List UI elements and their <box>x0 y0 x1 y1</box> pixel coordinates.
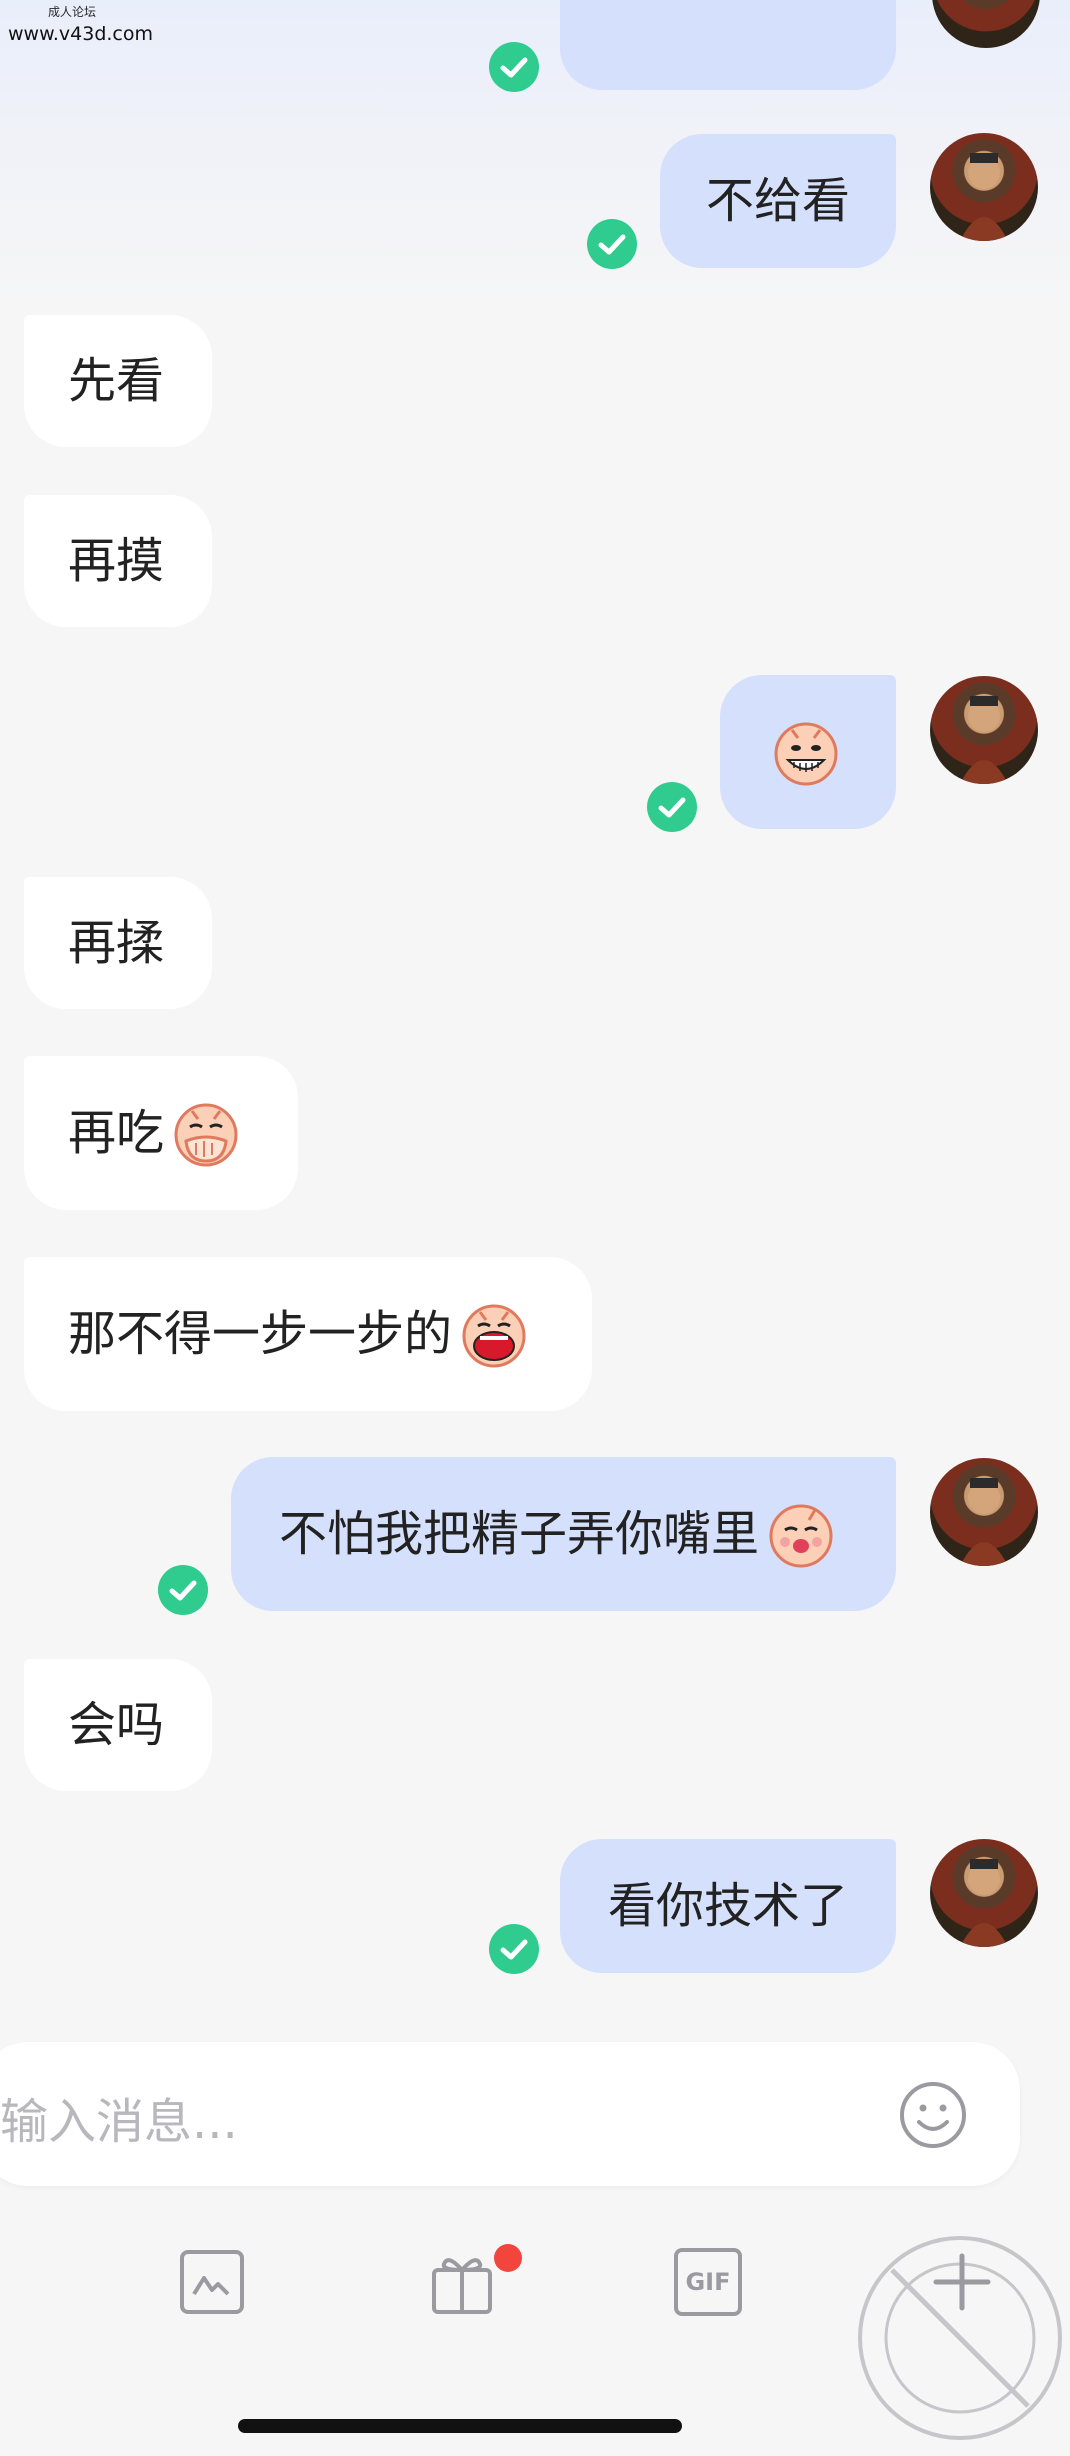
message-text: 先看 <box>68 353 165 409</box>
gif-icon[interactable]: GIF <box>674 2248 742 2316</box>
message-bubble-incoming[interactable]: 再揉 <box>24 877 212 1009</box>
user-avatar[interactable] <box>930 1458 1038 1566</box>
gif-label: GIF <box>685 2268 731 2296</box>
read-check-icon <box>158 1565 208 1615</box>
message-input-bar[interactable]: 输入消息... <box>0 2042 1020 2186</box>
home-indicator <box>238 2419 682 2433</box>
user-avatar[interactable] <box>930 676 1038 784</box>
hand-over-mouth-icon <box>174 1103 238 1167</box>
image-icon[interactable] <box>178 2248 246 2316</box>
site-watermark: 成人论坛 www.v43d.com <box>8 4 153 46</box>
gift-badge <box>494 2244 522 2272</box>
emoji-picker-icon[interactable] <box>898 2080 968 2150</box>
read-check-icon <box>489 1924 539 1974</box>
read-check-icon <box>587 219 637 269</box>
message-text: 看你技术了 <box>608 1878 849 1934</box>
message-bubble-partial[interactable] <box>560 0 896 90</box>
watermark-small-text: 成人论坛 <box>48 5 97 19</box>
message-bubble-incoming[interactable]: 再摸 <box>24 495 212 627</box>
message-text: 那不得一步一步的 <box>68 1306 453 1362</box>
user-avatar[interactable] <box>930 1839 1038 1947</box>
message-text: 再揉 <box>68 915 165 971</box>
message-text: 不怕我把精子弄你嘴里 <box>279 1506 760 1562</box>
message-bubble-outgoing[interactable] <box>720 675 896 829</box>
message-text: 再吃 <box>68 1105 165 1161</box>
message-text: 不给看 <box>706 173 851 229</box>
message-bubble-outgoing[interactable]: 看你技术了 <box>560 1839 896 1973</box>
site-stamp-watermark <box>858 2236 1062 2440</box>
message-input-placeholder[interactable]: 输入消息... <box>0 2082 238 2152</box>
read-check-icon <box>647 782 697 832</box>
watermark-url: www.v43d.com <box>8 23 154 45</box>
message-text: 会吗 <box>68 1697 165 1753</box>
laughing-face-icon <box>462 1304 526 1368</box>
blushing-face-icon <box>769 1504 833 1568</box>
message-text: 再摸 <box>68 533 165 589</box>
grinning-face-icon <box>774 722 838 786</box>
message-bubble-outgoing[interactable]: 不给看 <box>660 134 896 268</box>
message-bubble-incoming[interactable]: 会吗 <box>24 1659 212 1791</box>
message-bubble-incoming[interactable]: 先看 <box>24 315 212 447</box>
user-avatar[interactable] <box>930 133 1038 241</box>
message-bubble-incoming[interactable]: 再吃 <box>24 1056 298 1210</box>
gift-icon[interactable] <box>428 2248 496 2316</box>
read-check-icon <box>489 42 539 92</box>
message-bubble-incoming[interactable]: 那不得一步一步的 <box>24 1257 592 1411</box>
message-bubble-outgoing[interactable]: 不怕我把精子弄你嘴里 <box>231 1457 896 1611</box>
